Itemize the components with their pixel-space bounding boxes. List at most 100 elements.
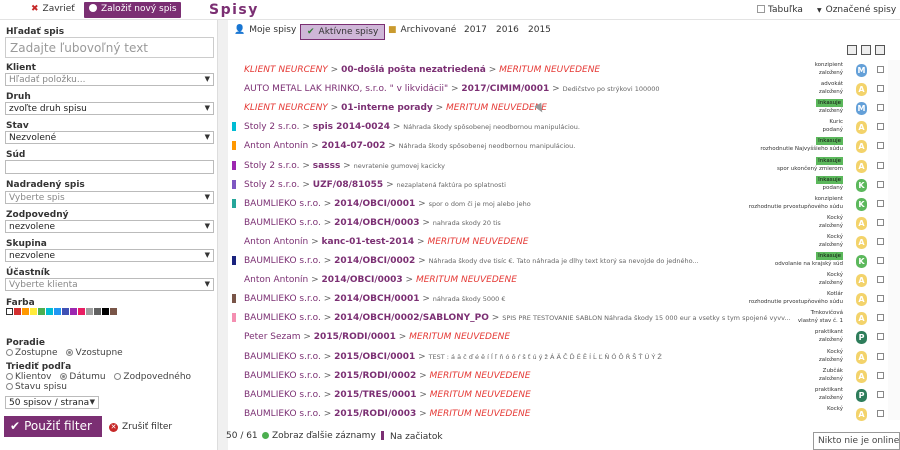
copy-icon[interactable] <box>875 45 885 55</box>
file-title[interactable]: Peter Sezam > 2015/RODI/0001 > MERITUM N… <box>244 332 804 342</box>
color-swatch[interactable] <box>94 308 101 315</box>
file-title[interactable]: Anton Antonín > 2014-07-002 > Náhrada šk… <box>244 141 804 151</box>
color-swatch[interactable] <box>30 308 37 315</box>
file-title[interactable]: BAUMLIEKO s.r.o. > 2014/OBCH/0001 > náhr… <box>244 294 804 304</box>
tab-active-files[interactable]: ✔ Aktívne spisy <box>300 24 386 40</box>
client-select[interactable]: Hľadať položku... ▼ <box>5 73 214 86</box>
tab-archived[interactable]: ■ Archivované <box>388 25 456 35</box>
row-checkbox[interactable] <box>877 66 884 73</box>
file-title[interactable]: Anton Antonín > kanc-01-test-2014 > MERI… <box>244 237 804 247</box>
tab-my-files[interactable]: 👤 Moje spisy <box>234 25 296 35</box>
file-row[interactable]: Anton Antonín > 2014/OBCI/0003 > MERITUM… <box>228 271 888 290</box>
file-row[interactable]: Peter Sezam > 2015/RODI/0001 > MERITUM N… <box>228 328 888 347</box>
file-row[interactable]: KLIENT NEURČENÝ > 01-interne porady > ME… <box>228 99 888 118</box>
copy-icon[interactable] <box>847 45 857 55</box>
row-checkbox[interactable] <box>877 390 884 398</box>
file-title[interactable]: Anton Antonín > 2014/OBCI/0003 > MERITUM… <box>244 275 804 285</box>
tab-2017[interactable]: 2017 <box>464 25 487 35</box>
file-row[interactable]: BAUMLIEKO s.r.o. > 2015/RODI/0002 > MERI… <box>228 367 888 386</box>
file-row[interactable]: BAUMLIEKO s.r.o. > 2015/RODI/0003 > MERI… <box>228 405 888 424</box>
color-swatch[interactable] <box>14 308 21 315</box>
file-row[interactable]: Anton Antonín > 2014-07-002 > Náhrada šk… <box>228 137 888 156</box>
selected-files-menu[interactable]: ▼ Označené spisy <box>817 5 896 15</box>
row-checkbox[interactable] <box>877 276 884 284</box>
row-checkbox[interactable] <box>877 237 884 245</box>
color-swatch[interactable] <box>86 308 93 315</box>
file-row[interactable]: AUTO METAL LAK HRINKO, s.r.o. " v likvid… <box>228 80 888 99</box>
file-title[interactable]: BAUMLIEKO s.r.o. > 2014/OBCH/0003 > nahr… <box>244 218 804 228</box>
file-row[interactable]: BAUMLIEKO s.r.o. > 2014/OBCI/0002 > Náhr… <box>228 252 888 271</box>
chat-status[interactable]: Nikto nie je online. <box>813 432 900 450</box>
row-checkbox[interactable] <box>877 295 884 303</box>
sidebar-scrollbar[interactable] <box>218 20 228 450</box>
file-title[interactable]: BAUMLIEKO s.r.o. > 2014/OBCI/0002 > Náhr… <box>244 256 804 266</box>
row-checkbox[interactable] <box>877 218 884 226</box>
cancel-filter-button[interactable]: ✕ Zrušiť filter <box>109 422 172 432</box>
radio-responsible[interactable] <box>114 373 122 380</box>
color-swatch[interactable] <box>62 308 69 315</box>
file-title[interactable]: BAUMLIEKO s.r.o. > 2015/RODI/0003 > MERI… <box>244 409 804 419</box>
color-swatch[interactable] <box>46 308 53 315</box>
responsible-select[interactable]: nezvolene ▼ <box>5 220 214 233</box>
row-checkbox[interactable] <box>877 123 884 131</box>
radio-ascending[interactable] <box>66 349 74 356</box>
row-checkbox[interactable] <box>877 85 884 93</box>
row-checkbox[interactable] <box>877 409 884 417</box>
tab-2016[interactable]: 2016 <box>496 25 519 35</box>
color-swatch[interactable] <box>102 308 109 315</box>
court-input[interactable] <box>5 160 214 174</box>
radio-state[interactable] <box>6 383 13 390</box>
row-checkbox[interactable] <box>877 142 884 150</box>
radio-descending[interactable] <box>6 349 13 356</box>
type-select[interactable]: zvoľte druh spisu ▼ <box>5 102 214 115</box>
file-row[interactable]: Stoly 2 s.r.o. > UZF/08/81055 > nezaplat… <box>228 175 888 195</box>
file-title[interactable]: Stoly 2 s.r.o. > sasss > nevratenie gumo… <box>244 161 804 171</box>
radio-date[interactable] <box>60 373 68 380</box>
new-file-button[interactable]: Založiť nový spis <box>84 2 181 18</box>
radio-clients[interactable] <box>6 373 13 380</box>
file-title[interactable]: BAUMLIEKO s.r.o. > 2015/RODI/0002 > MERI… <box>244 371 804 381</box>
file-title[interactable]: AUTO METAL LAK HRINKO, s.r.o. " v likvid… <box>244 84 804 94</box>
row-checkbox[interactable] <box>877 314 884 322</box>
per-page-select[interactable]: 50 spisov / strana ▼ <box>5 396 99 409</box>
file-row[interactable]: BAUMLIEKO s.r.o. > 2014/OBCH/0003 > nahr… <box>228 214 888 233</box>
file-row[interactable]: BAUMLIEKO s.r.o. > 2014/OBCH/0002/SABLON… <box>228 309 888 328</box>
list-scrollbar[interactable] <box>888 60 900 420</box>
row-checkbox[interactable] <box>877 371 884 379</box>
row-checkbox[interactable] <box>877 352 884 360</box>
copy-icon[interactable] <box>861 45 871 55</box>
file-title[interactable]: Stoly 2 s.r.o. > UZF/08/81055 > nezaplat… <box>244 180 804 190</box>
row-checkbox[interactable] <box>877 104 884 112</box>
color-swatch[interactable] <box>22 308 29 315</box>
file-title[interactable]: KLIENT NEURČENÝ > 01-interne porady > ME… <box>244 103 804 113</box>
file-row[interactable]: BAUMLIEKO s.r.o. > 2015/TRES/0001 > MERI… <box>228 386 888 405</box>
file-row[interactable]: BAUMLIEKO s.r.o. > 2015/OBCI/0001 > TEST… <box>228 348 888 367</box>
tab-2015[interactable]: 2015 <box>528 25 551 35</box>
color-swatch[interactable] <box>6 308 13 315</box>
color-swatch[interactable] <box>38 308 45 315</box>
state-select[interactable]: Nezvolené ▼ <box>5 131 214 144</box>
search-input[interactable]: Zadajte ľubovoľný text <box>5 37 214 58</box>
file-row[interactable]: Anton Antonín > kanc-01-test-2014 > MERI… <box>228 233 888 252</box>
apply-filter-button[interactable]: ✔ Použiť filter <box>4 416 102 437</box>
row-checkbox[interactable] <box>877 161 884 169</box>
close-button[interactable]: ✖ Zavrieť <box>31 4 75 14</box>
parent-select[interactable]: Vyberte spis ▼ <box>5 191 214 204</box>
row-checkbox[interactable] <box>877 333 884 341</box>
participant-select[interactable]: Vyberte klienta ▼ <box>5 278 214 291</box>
file-row[interactable]: Stoly 2 s.r.o. > spis 2014-0024 > Náhrad… <box>228 118 888 137</box>
file-row[interactable]: KLIENT NEURČENÝ > 00-došlá pošta nezatri… <box>228 61 888 80</box>
color-swatch[interactable] <box>54 308 61 315</box>
file-title[interactable]: Stoly 2 s.r.o. > spis 2014-0024 > Náhrad… <box>244 122 804 132</box>
group-select[interactable]: nezvolene ▼ <box>5 249 214 262</box>
file-title[interactable]: BAUMLIEKO s.r.o. > 2015/OBCI/0001 > TEST… <box>244 352 804 362</box>
file-title[interactable]: BAUMLIEKO s.r.o. > 2014/OBCI/0001 > spor… <box>244 199 804 209</box>
row-checkbox[interactable] <box>877 199 884 207</box>
table-view-toggle[interactable]: Tabuľka <box>757 5 803 15</box>
file-title[interactable]: BAUMLIEKO s.r.o. > 2015/TRES/0001 > MERI… <box>244 390 804 400</box>
color-swatch[interactable] <box>110 308 117 315</box>
file-title[interactable]: BAUMLIEKO s.r.o. > 2014/OBCH/0002/SABLON… <box>244 313 804 323</box>
row-checkbox[interactable] <box>877 180 884 188</box>
color-swatch[interactable] <box>70 308 77 315</box>
back-to-top-button[interactable]: Na začiatok <box>381 431 443 442</box>
